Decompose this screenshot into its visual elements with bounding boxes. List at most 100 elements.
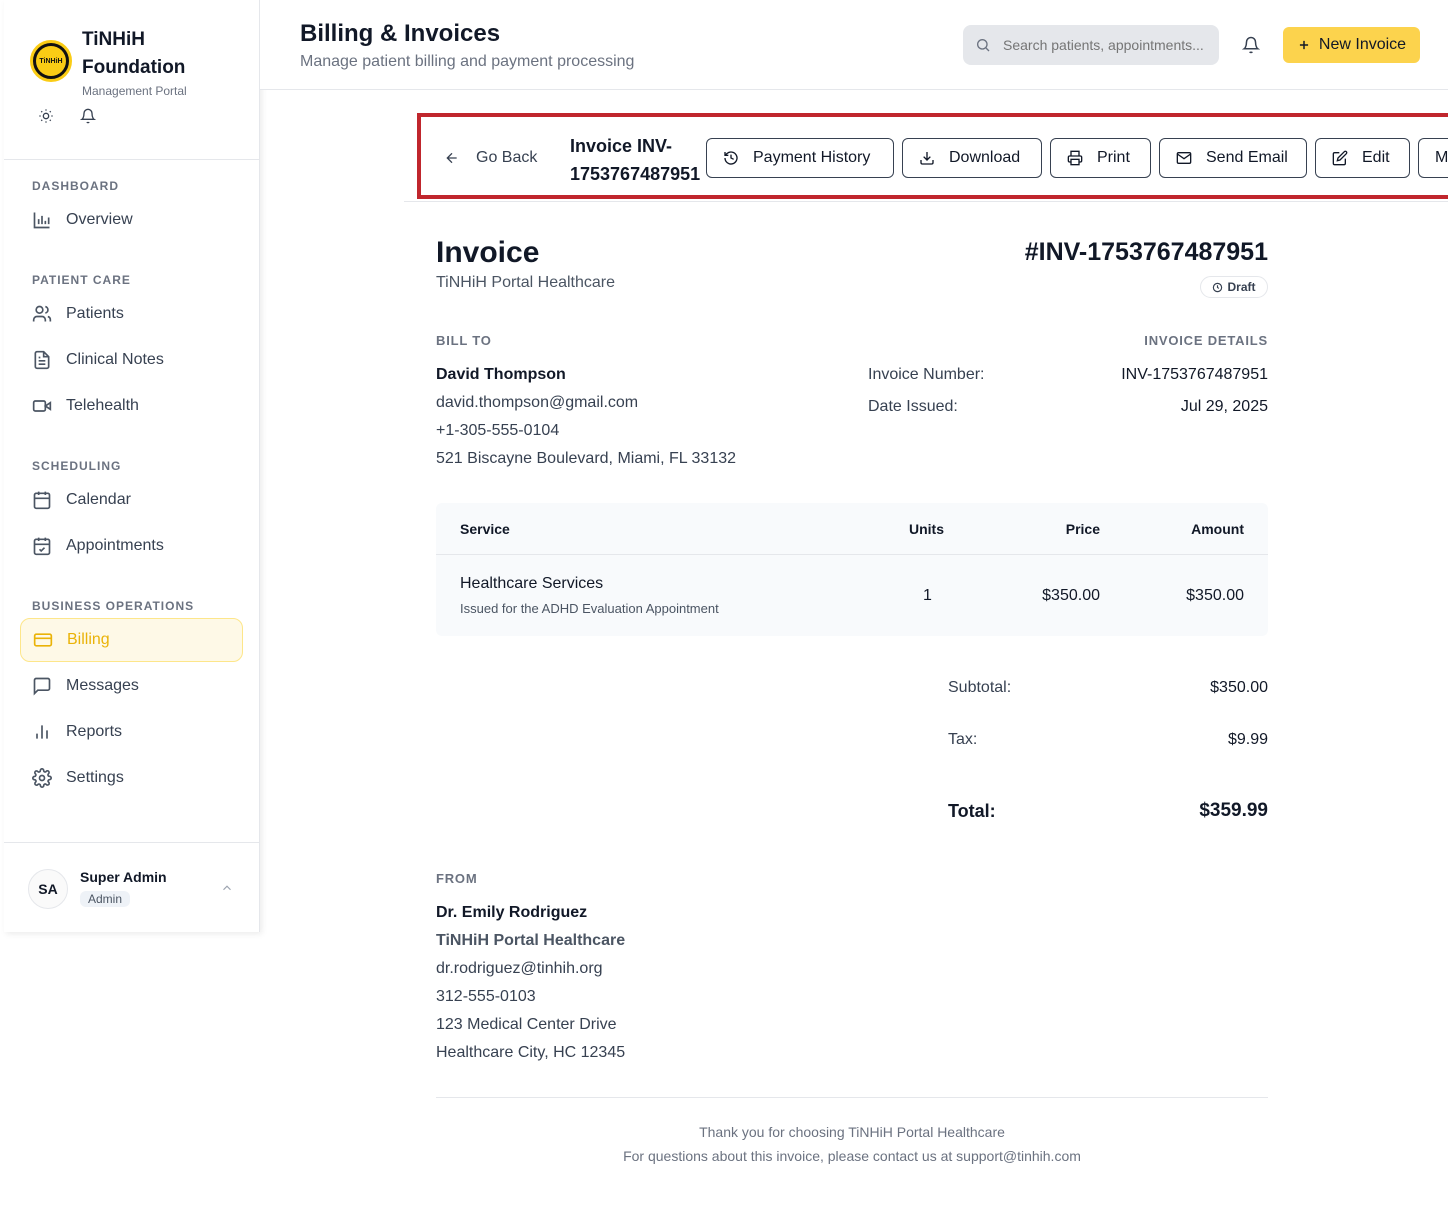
edit-icon bbox=[1332, 150, 1348, 166]
nav-section-patient-care: PATIENT CARE bbox=[32, 273, 131, 287]
user-menu[interactable]: SA Super Admin Admin bbox=[4, 842, 259, 932]
footer-contact: For questions about this invoice, please… bbox=[623, 1148, 1081, 1164]
tax-value: $9.99 bbox=[1227, 731, 1268, 748]
printer-icon bbox=[1067, 150, 1083, 166]
go-back-button[interactable]: Go Back bbox=[444, 138, 537, 178]
sidebar-item-messages[interactable]: Messages bbox=[20, 664, 243, 708]
notification-bell-icon[interactable] bbox=[1242, 36, 1260, 54]
invoice-company: TiNHiH Portal Healthcare bbox=[436, 274, 616, 291]
users-icon bbox=[32, 305, 52, 322]
sidebar-item-label: Patients bbox=[66, 305, 124, 322]
service-amount: $350.00 bbox=[1186, 587, 1244, 604]
send-email-label: Send Email bbox=[1206, 149, 1288, 166]
sidebar-brand: TiNHiH TiNHiH Foundation Management Port… bbox=[4, 0, 259, 160]
avatar: SA bbox=[28, 869, 68, 909]
date-issued-label: Date Issued: bbox=[868, 398, 958, 415]
bill-to-address: 521 Biscayne Boulevard, Miami, FL 33132 bbox=[436, 450, 737, 467]
page-subtitle: Manage patient billing and payment proce… bbox=[300, 53, 635, 70]
download-label: Download bbox=[949, 149, 1021, 166]
col-service: Service bbox=[460, 521, 510, 537]
new-invoice-button[interactable]: New Invoice bbox=[1283, 27, 1420, 63]
service-units: 1 bbox=[923, 587, 932, 604]
from-address-line1: 123 Medical Center Drive bbox=[436, 1016, 617, 1033]
search-input[interactable] bbox=[1003, 37, 1213, 53]
nav-section-scheduling: SCHEDULING bbox=[32, 459, 122, 473]
service-price: $350.00 bbox=[1042, 587, 1100, 604]
more-label: M bbox=[1435, 149, 1448, 166]
sidebar-item-patients[interactable]: Patients bbox=[20, 292, 243, 336]
total-label: Total: bbox=[948, 801, 996, 821]
sidebar-item-label: Billing bbox=[67, 631, 110, 648]
table-row: Healthcare Services Issued for the ADHD … bbox=[436, 555, 1268, 635]
invoice-heading: Invoice bbox=[436, 236, 540, 269]
edit-button[interactable]: Edit bbox=[1315, 138, 1410, 178]
invoice-details-label: INVOICE DETAILS bbox=[1144, 333, 1268, 348]
sidebar-nav: DASHBOARD Overview PATIENT CARE Patients… bbox=[4, 160, 259, 800]
print-button[interactable]: Print bbox=[1050, 138, 1151, 178]
more-button[interactable]: M bbox=[1418, 138, 1448, 178]
bill-to-name: David Thompson bbox=[436, 366, 566, 383]
status-label: Draft bbox=[1227, 280, 1256, 294]
go-back-label: Go Back bbox=[476, 149, 538, 166]
sidebar-item-settings[interactable]: Settings bbox=[20, 756, 243, 800]
date-issued-value: Jul 29, 2025 bbox=[1180, 398, 1268, 415]
message-square-icon bbox=[33, 677, 51, 696]
invoice-number-heading: #INV-1753767487951 bbox=[1024, 238, 1268, 266]
edit-label: Edit bbox=[1362, 149, 1390, 166]
sidebar-item-label: Clinical Notes bbox=[66, 351, 164, 368]
service-description: Issued for the ADHD Evaluation Appointme… bbox=[460, 601, 719, 616]
brand-subtitle: Management Portal bbox=[82, 84, 187, 98]
bar-chart-icon bbox=[33, 212, 50, 229]
sidebar-item-label: Messages bbox=[66, 677, 139, 694]
user-name: Super Admin bbox=[80, 869, 167, 885]
page-title: Billing & Invoices bbox=[300, 20, 501, 47]
invoice-number-label: Invoice Number: bbox=[868, 366, 985, 383]
nav-section-business-operations: BUSINESS OPERATIONS bbox=[32, 599, 195, 613]
brand-logo: TiNHiH bbox=[30, 40, 72, 82]
subtotal-value: $350.00 bbox=[1210, 679, 1268, 696]
from-label: FROM bbox=[436, 871, 478, 886]
bar-chart-2-icon bbox=[36, 725, 48, 739]
sidebar-item-reports[interactable]: Reports bbox=[20, 710, 243, 754]
payment-history-button[interactable]: Payment History bbox=[706, 138, 894, 178]
print-label: Print bbox=[1097, 149, 1130, 166]
sidebar-item-billing[interactable]: Billing bbox=[20, 618, 243, 662]
sidebar-item-telehealth[interactable]: Telehealth bbox=[20, 384, 243, 428]
status-badge: Draft bbox=[1200, 276, 1268, 298]
sidebar-item-calendar[interactable]: Calendar bbox=[20, 478, 243, 522]
video-icon bbox=[32, 400, 52, 412]
subtotal-label: Subtotal: bbox=[948, 679, 1012, 696]
brand-title: TiNHiH Foundation bbox=[82, 29, 186, 78]
bill-to-email: david.thompson@gmail.com bbox=[436, 394, 639, 411]
logo-text: TiNHiH bbox=[36, 46, 66, 76]
from-org: TiNHiH Portal Healthcare bbox=[436, 932, 626, 949]
footer-thanks: Thank you for choosing TiNHiH Portal Hea… bbox=[699, 1124, 1005, 1140]
line-items-table: Service Units Price Amount Healthcare Se… bbox=[436, 503, 1268, 636]
service-name: Healthcare Services bbox=[460, 575, 604, 592]
bell-icon[interactable] bbox=[79, 108, 97, 124]
col-amount: Amount bbox=[1191, 521, 1244, 537]
search-bar[interactable] bbox=[963, 25, 1219, 65]
invoice-title: Invoice INV-1753767487951 bbox=[570, 136, 701, 184]
search-icon bbox=[977, 39, 990, 52]
download-button[interactable]: Download bbox=[902, 138, 1042, 178]
payment-history-label: Payment History bbox=[753, 149, 871, 166]
table-header: Service Units Price Amount bbox=[436, 503, 1268, 555]
send-email-button[interactable]: Send Email bbox=[1159, 138, 1307, 178]
sidebar-item-appointments[interactable]: Appointments bbox=[20, 524, 243, 568]
calendar-check-icon bbox=[33, 537, 51, 556]
from-phone: 312-555-0103 bbox=[436, 988, 536, 1005]
history-icon bbox=[724, 151, 738, 165]
sidebar-item-overview[interactable]: Overview bbox=[20, 198, 243, 242]
page-header: Billing & Invoices Manage patient billin… bbox=[260, 0, 1448, 90]
sidebar-item-label: Telehealth bbox=[66, 397, 139, 414]
bill-to-label: BILL TO bbox=[436, 333, 492, 348]
mail-icon bbox=[1176, 152, 1192, 164]
chevron-up-icon[interactable] bbox=[220, 881, 234, 895]
calendar-icon bbox=[33, 491, 51, 510]
invoice-number-value: INV-1753767487951 bbox=[1121, 366, 1268, 383]
credit-card-icon bbox=[33, 633, 53, 647]
bill-to-phone: +1-305-555-0104 bbox=[436, 422, 560, 439]
sidebar-item-clinical-notes[interactable]: Clinical Notes bbox=[20, 338, 243, 382]
sun-icon[interactable] bbox=[38, 108, 54, 124]
